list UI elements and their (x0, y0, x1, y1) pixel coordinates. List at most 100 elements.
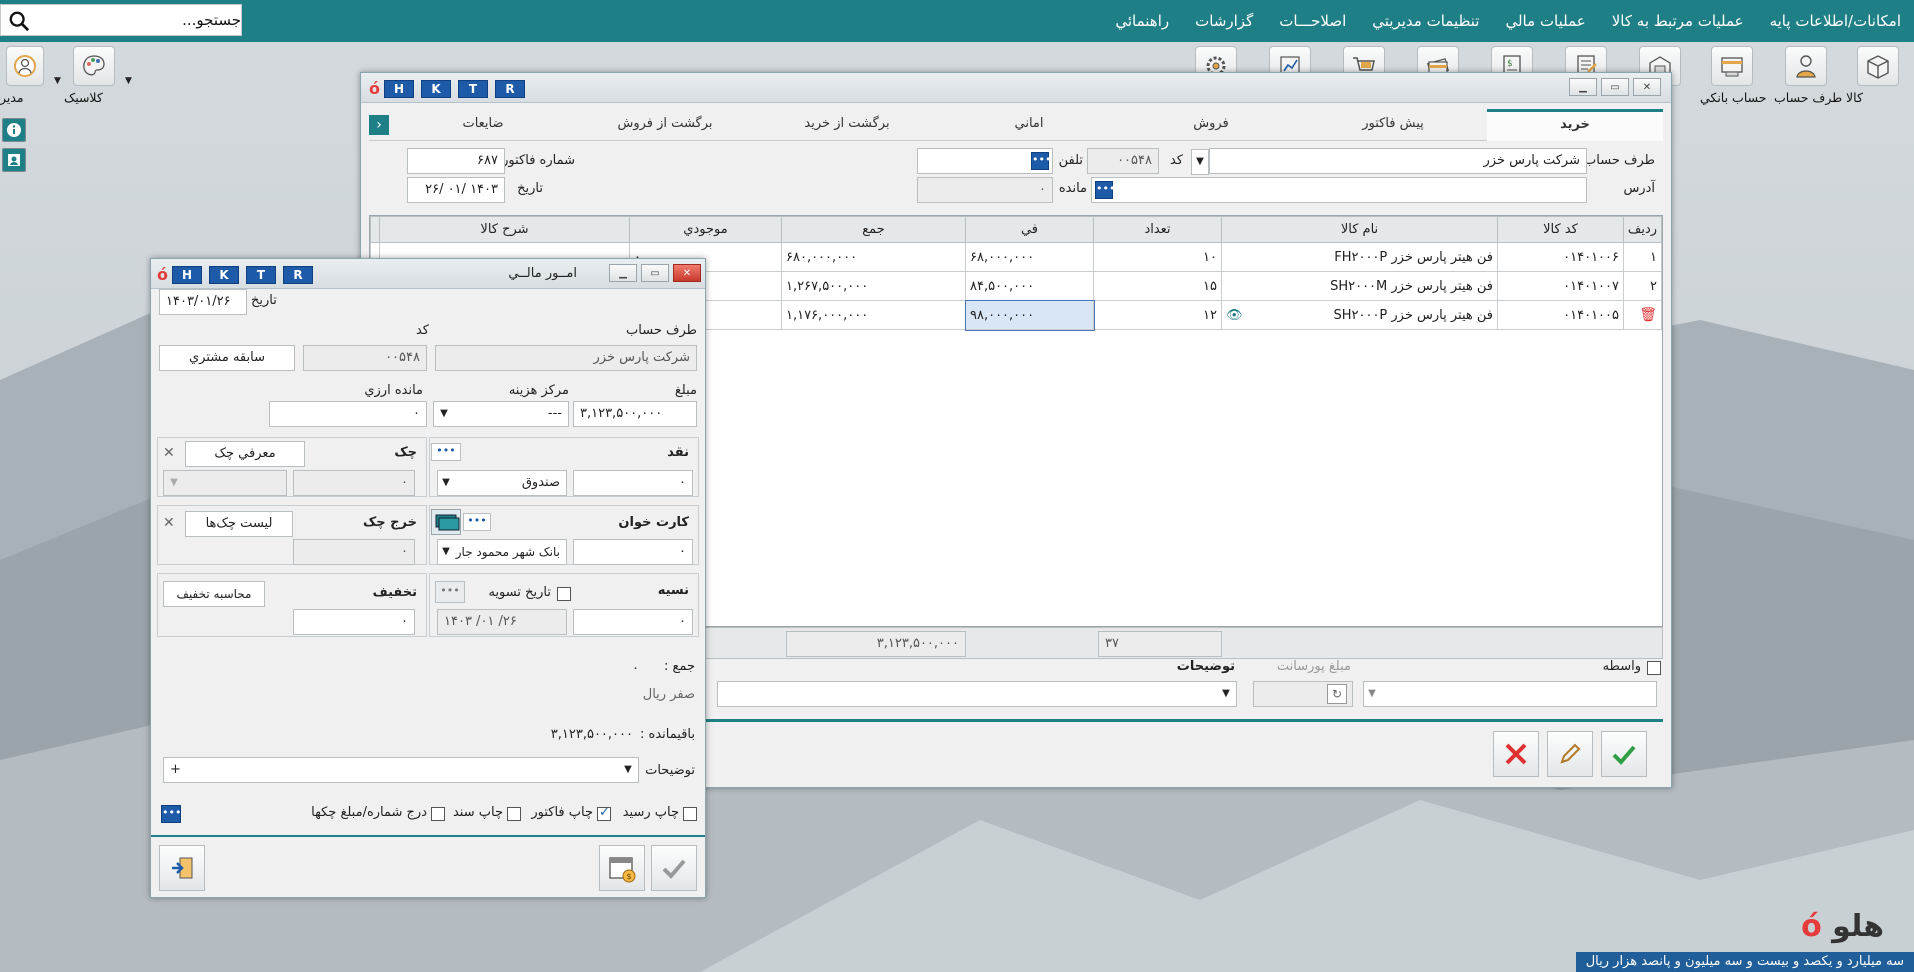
bank-dropdown-icon[interactable]: ▼ (437, 540, 455, 564)
hotkey-k-button[interactable]: K (209, 265, 239, 284)
customer-history-button[interactable]: سابقه مشتري (159, 345, 295, 371)
user-role-button[interactable]: مدیر (0, 46, 50, 110)
card-reader-icon[interactable] (431, 509, 461, 535)
edit-button[interactable] (1547, 731, 1593, 777)
exit-button[interactable] (159, 845, 205, 891)
menu-goods-ops[interactable]: عملیات مرتبط به کالا (1599, 12, 1757, 30)
cell-name[interactable]: فن هیتر پارس خزر SH۲۰۰۰P 👁 (1221, 300, 1498, 330)
refresh-icon[interactable]: ↻ (1327, 684, 1347, 704)
cost-center-field[interactable]: --- (433, 401, 569, 427)
account-dropdown-icon[interactable]: ▼ (1191, 149, 1209, 175)
cell-total[interactable]: ۱,۱۷۶,۰۰۰,۰۰۰ (781, 300, 966, 330)
tab-sale[interactable]: فروش (1123, 109, 1299, 141)
col-code[interactable]: کد کالا (1497, 216, 1624, 243)
cheque-clear-icon[interactable]: ✕ (163, 445, 175, 461)
cell-code[interactable]: ۰۱۴۰۱۰۰۵ (1497, 300, 1624, 330)
info-icon[interactable] (2, 118, 26, 142)
finance-notes-field[interactable]: + (163, 757, 639, 783)
menu-reports[interactable]: گزارشات (1182, 12, 1266, 30)
hotkey-r-button[interactable]: R (283, 265, 313, 284)
cell-total[interactable]: ۱,۲۶۷,۵۰۰,۰۰۰ (781, 271, 966, 301)
print-receipt-checkbox[interactable] (683, 807, 697, 821)
finance-notes-dropdown-icon[interactable]: ▼ (619, 758, 637, 782)
menu-help[interactable]: راهنمائي (1102, 12, 1182, 30)
account-field[interactable]: شرکت پارس خزر (1209, 148, 1587, 174)
card-more-button[interactable]: ••• (463, 513, 491, 531)
col-row[interactable]: رديف (1623, 216, 1662, 243)
menu-finance-ops[interactable]: عملیات مالي (1492, 12, 1598, 30)
code-field[interactable]: ۰۰۵۴۸ (1087, 148, 1159, 174)
cell-code[interactable]: ۰۱۴۰۱۰۰۶ (1497, 242, 1624, 272)
cell-total[interactable]: ۶۸۰,۰۰۰,۰۰۰ (781, 242, 966, 272)
address-field[interactable] (1091, 177, 1587, 203)
cancel-button[interactable] (1493, 731, 1539, 777)
search-icon[interactable] (7, 10, 31, 32)
col-name[interactable]: نام کالا (1221, 216, 1498, 243)
notes-field[interactable] (717, 681, 1237, 707)
cell-row[interactable]: 🗑 (1623, 300, 1662, 330)
bank-select[interactable]: بانک شهر محمود جار (437, 539, 567, 565)
cheque-list-button[interactable]: ليست چک‌ها (185, 511, 293, 537)
credit-more-button[interactable]: ••• (435, 581, 465, 603)
tab-purchase-return[interactable]: برگشت از خريد (759, 109, 935, 141)
tab-purchase[interactable]: خريد (1487, 109, 1663, 141)
toolbar-goods-button[interactable]: کالا (1846, 46, 1910, 110)
fx-balance-field[interactable]: ۰ (269, 401, 427, 427)
address-more-button[interactable]: ••• (1095, 181, 1115, 199)
cell-name[interactable]: فن هیتر پارس خزر FH۲۰۰۰P (1221, 242, 1498, 272)
settle-date-checkbox[interactable] (557, 587, 571, 601)
minimize-icon[interactable]: ▁ (609, 264, 637, 282)
hotkey-h-button[interactable]: H (384, 79, 414, 98)
search-input[interactable] (41, 6, 241, 34)
cell-qty[interactable]: ۱۵ (1093, 271, 1222, 301)
toolbar-bank-account-button[interactable]: حساب بانکي (1700, 46, 1767, 110)
finance-date-field[interactable]: ۱۴۰۳/۰۱/۲۶ (159, 289, 247, 315)
cheque-out-clear-icon[interactable]: ✕ (163, 515, 175, 531)
credit-amount-field[interactable]: ۰ (573, 609, 693, 635)
invoice-number-field[interactable]: ۶۸۷ (407, 148, 505, 174)
finance-confirm-button[interactable] (651, 845, 697, 891)
agent-field[interactable] (1363, 681, 1657, 707)
agent-checkbox[interactable] (1647, 661, 1661, 675)
cell-name[interactable]: فن هیتر پارس خزر SH۲۰۰۰M (1221, 271, 1498, 301)
hotkey-h-button[interactable]: H (172, 265, 202, 284)
print-options-more-button[interactable]: ••• (161, 805, 181, 823)
confirm-button[interactable] (1601, 731, 1647, 777)
tab-waste[interactable]: ضايعات (395, 109, 571, 141)
delete-row-icon[interactable]: 🗑 (1639, 307, 1657, 323)
notes-dropdown-icon[interactable]: ▼ (1217, 682, 1235, 706)
tabs-scroll-right-icon[interactable]: › (369, 115, 389, 135)
cash-amount-field[interactable]: ۰ (573, 470, 693, 496)
agent-dropdown-icon[interactable]: ▼ (1363, 682, 1381, 706)
hotkey-k-button[interactable]: K (421, 79, 451, 98)
cell-qty[interactable]: ۱۰ (1093, 242, 1222, 272)
maximize-icon[interactable]: ▭ (1601, 78, 1629, 96)
print-invoice-checkbox[interactable] (597, 805, 611, 821)
menu-base-info[interactable]: امکانات/اطلاعات پایه (1757, 12, 1914, 30)
view-item-icon[interactable]: 👁 (1226, 308, 1243, 323)
col-price[interactable]: في (965, 216, 1094, 243)
col-stock[interactable]: موجودي (629, 216, 782, 243)
close-icon[interactable]: ✕ (1633, 78, 1661, 96)
cost-center-dropdown-icon[interactable]: ▼ (435, 402, 453, 426)
insert-cheque-info-checkbox[interactable] (431, 807, 445, 821)
cell-price[interactable]: ۶۸,۰۰۰,۰۰۰ (965, 242, 1094, 272)
settle-date-field[interactable]: ۱۴۰۳ /۰۱ /۲۶ (437, 609, 567, 635)
cell-price[interactable]: ۹۸,۰۰۰,۰۰۰ (964, 299, 1095, 331)
menu-corrections[interactable]: اصلاحـــات (1266, 12, 1359, 30)
theme-button[interactable]: کلاسیک (64, 46, 124, 110)
discount-amount-field[interactable]: ۰ (293, 609, 415, 635)
tab-proforma[interactable]: پيش فاکتور (1305, 109, 1481, 141)
cell-row[interactable]: ۱ (1623, 242, 1662, 272)
menu-admin-settings[interactable]: تنظیمات مدیریتي (1359, 12, 1492, 30)
maximize-icon[interactable]: ▭ (641, 264, 669, 282)
tab-sale-return[interactable]: برگشت از فروش (577, 109, 753, 141)
card-amount-field[interactable]: ۰ (573, 539, 693, 565)
cell-row[interactable]: ۲ (1623, 271, 1662, 301)
phone-more-button[interactable]: ••• (1031, 152, 1051, 170)
col-total[interactable]: جمع (781, 216, 966, 243)
col-qty[interactable]: تعداد (1093, 216, 1222, 243)
cashbox-dropdown-icon[interactable]: ▼ (437, 471, 455, 495)
close-icon[interactable]: ✕ (673, 264, 701, 282)
user-role-dropdown-icon[interactable]: ▼ (54, 76, 61, 86)
